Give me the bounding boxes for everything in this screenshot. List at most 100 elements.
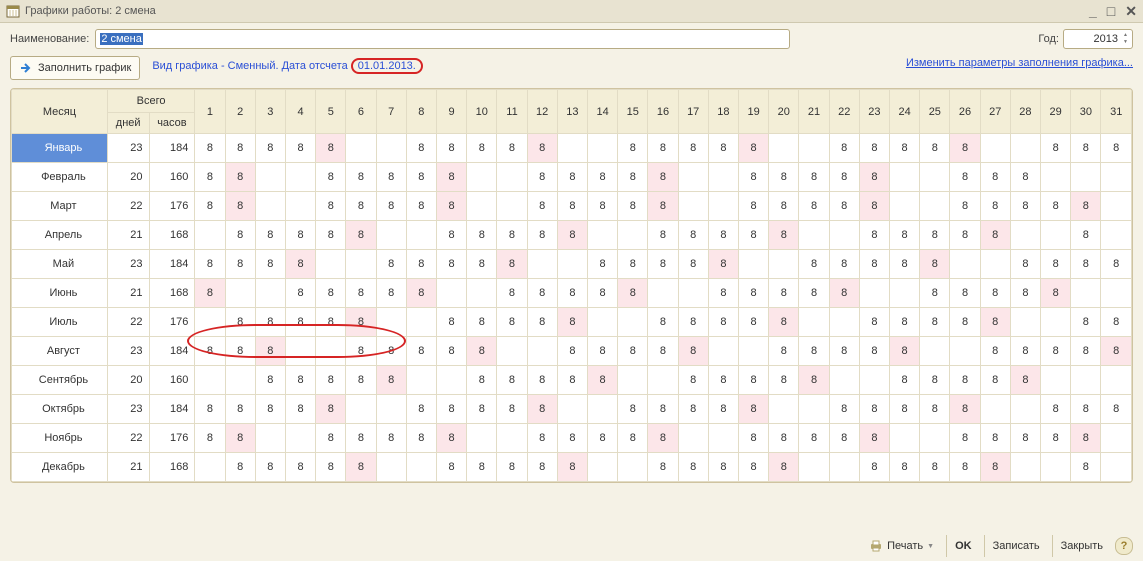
day-cell[interactable]	[1101, 279, 1132, 308]
day-cell[interactable]: 8	[285, 366, 315, 395]
col-day-3[interactable]: 3	[255, 90, 285, 134]
year-input[interactable]: 2013 ▲▼	[1063, 29, 1133, 49]
day-cell[interactable]	[618, 453, 648, 482]
day-cell[interactable]: 8	[678, 337, 708, 366]
day-cell[interactable]: 8	[376, 366, 406, 395]
day-cell[interactable]	[527, 250, 557, 279]
day-cell[interactable]: 8	[1041, 279, 1071, 308]
day-cell[interactable]: 8	[436, 395, 466, 424]
day-cell[interactable]: 8	[618, 424, 648, 453]
day-cell[interactable]: 8	[890, 395, 920, 424]
day-cell[interactable]	[1071, 163, 1101, 192]
col-day-29[interactable]: 29	[1041, 90, 1071, 134]
days-cell[interactable]: 22	[107, 424, 149, 453]
day-cell[interactable]	[406, 221, 436, 250]
ok-button[interactable]: OK	[946, 535, 980, 557]
month-cell[interactable]: Сентябрь	[12, 366, 108, 395]
day-cell[interactable]	[1041, 308, 1071, 337]
day-cell[interactable]	[1071, 279, 1101, 308]
day-cell[interactable]	[1010, 453, 1040, 482]
day-cell[interactable]: 8	[527, 308, 557, 337]
day-cell[interactable]: 8	[467, 221, 497, 250]
day-cell[interactable]	[436, 279, 466, 308]
day-cell[interactable]: 8	[557, 453, 587, 482]
day-cell[interactable]: 8	[739, 395, 769, 424]
day-cell[interactable]: 8	[739, 221, 769, 250]
col-day-2[interactable]: 2	[225, 90, 255, 134]
day-cell[interactable]: 8	[1101, 134, 1132, 163]
day-cell[interactable]	[225, 279, 255, 308]
day-cell[interactable]: 8	[1041, 395, 1071, 424]
day-cell[interactable]: 8	[618, 337, 648, 366]
day-cell[interactable]: 8	[829, 134, 859, 163]
day-cell[interactable]: 8	[980, 308, 1010, 337]
day-cell[interactable]: 8	[799, 192, 829, 221]
day-cell[interactable]: 8	[1010, 163, 1040, 192]
col-day-7[interactable]: 7	[376, 90, 406, 134]
day-cell[interactable]: 8	[346, 308, 376, 337]
day-cell[interactable]: 8	[739, 134, 769, 163]
day-cell[interactable]	[346, 395, 376, 424]
day-cell[interactable]: 8	[436, 221, 466, 250]
day-cell[interactable]	[376, 308, 406, 337]
day-cell[interactable]: 8	[467, 366, 497, 395]
day-cell[interactable]: 8	[406, 395, 436, 424]
day-cell[interactable]: 8	[195, 134, 225, 163]
day-cell[interactable]: 8	[920, 308, 950, 337]
day-cell[interactable]	[678, 424, 708, 453]
day-cell[interactable]	[406, 366, 436, 395]
day-cell[interactable]: 8	[920, 250, 950, 279]
minimize-button[interactable]: _	[1089, 3, 1097, 20]
day-cell[interactable]	[920, 192, 950, 221]
day-cell[interactable]: 8	[225, 337, 255, 366]
day-cell[interactable]: 8	[708, 250, 738, 279]
day-cell[interactable]	[587, 308, 617, 337]
day-cell[interactable]: 8	[1071, 221, 1101, 250]
maximize-button[interactable]: □	[1107, 3, 1115, 20]
day-cell[interactable]: 8	[1041, 250, 1071, 279]
hours-cell[interactable]: 184	[149, 134, 195, 163]
days-cell[interactable]: 20	[107, 366, 149, 395]
day-cell[interactable]	[1101, 453, 1132, 482]
day-cell[interactable]: 8	[950, 308, 980, 337]
day-cell[interactable]: 8	[890, 134, 920, 163]
day-cell[interactable]	[587, 395, 617, 424]
day-cell[interactable]: 8	[618, 192, 648, 221]
day-cell[interactable]	[1101, 192, 1132, 221]
day-cell[interactable]: 8	[739, 192, 769, 221]
day-cell[interactable]: 8	[980, 163, 1010, 192]
day-cell[interactable]: 8	[527, 279, 557, 308]
day-cell[interactable]	[255, 192, 285, 221]
day-cell[interactable]	[285, 192, 315, 221]
day-cell[interactable]: 8	[950, 221, 980, 250]
day-cell[interactable]	[376, 453, 406, 482]
day-cell[interactable]: 8	[1071, 134, 1101, 163]
day-cell[interactable]: 8	[467, 395, 497, 424]
day-cell[interactable]: 8	[225, 163, 255, 192]
day-cell[interactable]: 8	[255, 250, 285, 279]
day-cell[interactable]	[618, 308, 648, 337]
day-cell[interactable]: 8	[436, 250, 466, 279]
day-cell[interactable]: 8	[648, 424, 678, 453]
day-cell[interactable]: 8	[920, 279, 950, 308]
day-cell[interactable]: 8	[527, 395, 557, 424]
day-cell[interactable]	[980, 134, 1010, 163]
day-cell[interactable]: 8	[739, 163, 769, 192]
day-cell[interactable]: 8	[557, 308, 587, 337]
day-cell[interactable]: 8	[829, 192, 859, 221]
day-cell[interactable]: 8	[739, 279, 769, 308]
day-cell[interactable]: 8	[195, 163, 225, 192]
day-cell[interactable]	[557, 250, 587, 279]
day-cell[interactable]	[467, 424, 497, 453]
day-cell[interactable]	[587, 453, 617, 482]
hours-cell[interactable]: 160	[149, 163, 195, 192]
day-cell[interactable]: 8	[557, 424, 587, 453]
day-cell[interactable]: 8	[436, 424, 466, 453]
days-cell[interactable]: 21	[107, 279, 149, 308]
day-cell[interactable]	[436, 366, 466, 395]
day-cell[interactable]: 8	[225, 221, 255, 250]
day-cell[interactable]: 8	[527, 453, 557, 482]
day-cell[interactable]: 8	[678, 453, 708, 482]
day-cell[interactable]: 8	[467, 453, 497, 482]
print-button[interactable]: Печать ▼	[861, 535, 942, 557]
